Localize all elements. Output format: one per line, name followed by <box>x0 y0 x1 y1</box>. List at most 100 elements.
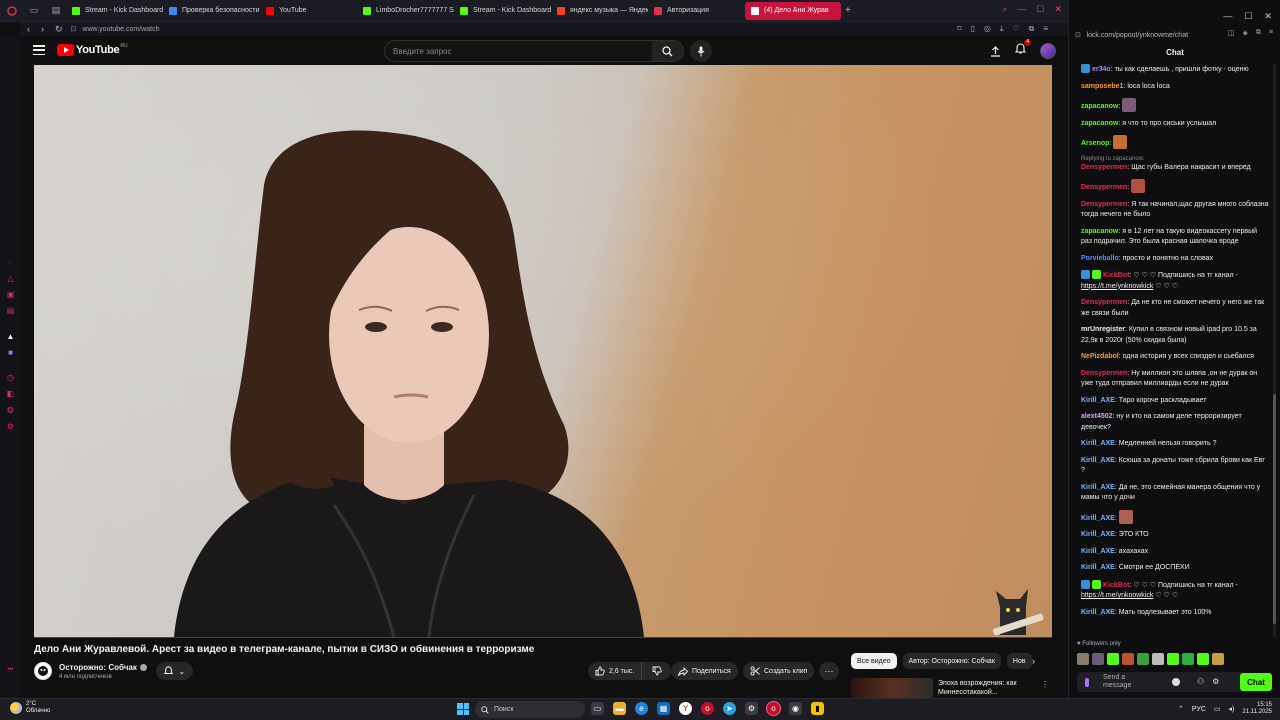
chat-message[interactable]: Kirill_AXE: Смотри ее ДОСПЕХИ <box>1081 563 1269 574</box>
sidebar-mail-icon[interactable]: ▣ <box>6 290 15 299</box>
chat-username[interactable]: alext4502 <box>1081 413 1113 420</box>
chat-username[interactable]: Densypermen <box>1081 370 1127 377</box>
emote-5[interactable] <box>1137 653 1149 665</box>
chat-scrollbar[interactable] <box>1273 64 1276 638</box>
chat-username[interactable]: Kirill_AXE <box>1081 531 1115 538</box>
telegram-icon[interactable]: ➤ <box>723 702 736 715</box>
sidebar-settings-icon[interactable]: ⚙ <box>6 422 15 431</box>
search-input[interactable] <box>393 46 613 56</box>
menu-icon[interactable]: ≡ <box>1043 24 1048 34</box>
channel-name-row[interactable]: Осторожно: Собчак <box>59 663 147 672</box>
chat-link[interactable]: https://t.me/ynknowkick <box>1081 592 1153 599</box>
chat-username[interactable]: Porvieballo <box>1081 255 1119 262</box>
chat-input-placeholder[interactable]: Send a message <box>1103 674 1153 690</box>
weather-widget[interactable]: 2°C Облачно <box>10 701 50 715</box>
chat-username[interactable]: samposebe1 <box>1081 83 1123 90</box>
browser-tab[interactable]: YouTube <box>260 2 357 20</box>
chip-from-author[interactable]: Автор: Осторожно: Собчак <box>902 653 1001 669</box>
chat-mic-icon[interactable] <box>1085 677 1089 687</box>
chat-username[interactable]: NePizdabol <box>1081 353 1119 360</box>
clock[interactable]: 15:15 21.11.2025 <box>1242 702 1272 716</box>
chat-message[interactable]: Kirill_AXE: Медленней нельзя говорить ? <box>1081 439 1269 450</box>
maximize-button[interactable]: ☐ <box>1036 4 1044 15</box>
chat-username[interactable]: Kirill_AXE <box>1081 484 1115 491</box>
chat-message[interactable]: Kirill_AXE: Ксюша за донаты тоже сбрила … <box>1081 456 1269 477</box>
chat-message[interactable]: NePizdabol: одна история у всех спиздел … <box>1081 352 1269 363</box>
youtube-logo[interactable]: YouTube RU <box>57 43 128 56</box>
chat-maximize-button[interactable]: ☐ <box>1244 11 1252 22</box>
close-button[interactable]: ✕ <box>1054 4 1062 15</box>
bookmark-icon[interactable]: ▯ <box>971 24 975 34</box>
volume-icon[interactable]: ◂) <box>1229 705 1235 713</box>
chat-link[interactable]: https://t.me/ynknowkick <box>1081 283 1153 290</box>
chat-username[interactable]: KickBot <box>1103 272 1129 279</box>
chat-username[interactable]: zapacanow <box>1081 120 1118 127</box>
sidebar-kick-icon[interactable]: ▲ <box>6 332 15 341</box>
chip-all-videos[interactable]: Все видео <box>851 653 897 669</box>
recommended-video[interactable]: Эпоха возрождения: как Миннесотакакой...… <box>851 678 1051 698</box>
tray-chevron-icon[interactable]: ⌃ <box>1178 705 1184 713</box>
chat-message[interactable]: Kirill_AXE: Мать подлезывает это 100% <box>1081 608 1269 619</box>
chat-username[interactable]: mrUnregister <box>1081 326 1125 333</box>
reload-icon[interactable]: ↻ <box>55 24 63 35</box>
emoji-icon[interactable] <box>1172 678 1180 686</box>
browser-tab[interactable]: яндекс музыка — Яндекс <box>551 2 648 20</box>
video-player[interactable] <box>34 65 1052 637</box>
back-button[interactable]: ‹ <box>27 24 30 34</box>
recommended-title[interactable]: Эпоха возрождения: как Миннесотакакой... <box>938 679 1038 697</box>
chat-camera-icon[interactable]: ◫ <box>1228 29 1235 37</box>
chat-message[interactable]: KickBot: ♡ ♡ ♡ Подпишись на тг канал - h… <box>1081 579 1269 602</box>
voice-search-button[interactable] <box>690 40 712 62</box>
store-icon[interactable]: ▦ <box>657 702 670 715</box>
chat-message[interactable]: Kirill_AXE: <box>1081 509 1269 525</box>
start-button[interactable] <box>457 703 469 715</box>
settings-icon[interactable]: ⚙ <box>745 702 758 715</box>
chat-message[interactable]: alext4502: ну и кто на самом деле террор… <box>1081 412 1269 433</box>
emote-9[interactable] <box>1197 653 1209 665</box>
chat-message-list[interactable]: er34o: ты как сделаешь , пришли фотку - … <box>1081 64 1269 638</box>
chat-settings-icon[interactable]: ⚙ <box>1212 677 1219 686</box>
vpn-icon[interactable]: ◎ <box>984 24 991 34</box>
emote-10[interactable] <box>1212 653 1224 665</box>
chat-message[interactable]: Densypermen: Ну миллион это шляпа ,он не… <box>1081 369 1269 390</box>
chat-shield-icon[interactable]: ◈ <box>1243 29 1248 37</box>
chat-people-icon[interactable]: ⚇ <box>1197 677 1204 686</box>
channel-name[interactable]: Осторожно: Собчак <box>59 663 137 672</box>
sidebar-messenger-icon[interactable]: ◌ <box>6 258 15 267</box>
subscription-bell-button[interactable]: ⌄ <box>156 662 193 680</box>
sidebar-messages-icon[interactable]: ▤ <box>6 306 15 315</box>
app-icon[interactable]: ▮ <box>811 702 824 715</box>
chat-message[interactable]: Densypermen: Щас губы Валера накрасит и … <box>1081 163 1269 174</box>
chat-username[interactable]: zapacanow <box>1081 228 1118 235</box>
chat-scrollbar-thumb[interactable] <box>1273 394 1276 624</box>
heart-icon[interactable]: ♡ <box>1012 24 1019 34</box>
steam-icon[interactable]: ◉ <box>789 702 802 715</box>
chat-message[interactable]: zapacanow: <box>1081 98 1269 113</box>
yandex-icon[interactable]: Y <box>679 702 692 715</box>
emote-8[interactable] <box>1182 653 1194 665</box>
download-icon[interactable]: ⤓ <box>1000 24 1004 34</box>
pin-icon[interactable]: ⌑ <box>957 24 961 34</box>
sidebar-aria-icon[interactable]: △ <box>6 274 15 283</box>
chip-new[interactable]: Нов <box>1006 653 1032 669</box>
browser-tab[interactable]: Авторизация <box>648 2 745 20</box>
chat-message[interactable]: Densypermen: <box>1081 179 1269 194</box>
sidebar-twitch-icon[interactable]: ■ <box>6 348 15 357</box>
chat-menu-icon[interactable]: ≡ <box>1269 29 1273 37</box>
browser-tab[interactable]: Stream - Kick Dashboard <box>66 2 163 20</box>
sidebar-chat-icon[interactable]: ◍ <box>6 405 15 414</box>
sidebar-more-icon[interactable]: ••• <box>6 665 15 674</box>
chat-message[interactable]: zapacanow: я в 12 лет на такую видеокасс… <box>1081 227 1269 248</box>
taskbar-search[interactable]: Поиск <box>475 701 585 718</box>
notifications-button[interactable]: 4 <box>1014 39 1031 60</box>
chevron-right-icon[interactable]: › <box>1032 656 1035 666</box>
opera-icon[interactable]: o <box>767 702 780 715</box>
file-explorer-icon[interactable]: ▬ <box>613 702 626 715</box>
chat-message[interactable]: Porvieballo: просто и понятно на словах <box>1081 254 1269 265</box>
dislike-button[interactable] <box>646 662 668 680</box>
chat-username[interactable]: Kirill_AXE <box>1081 457 1115 464</box>
chat-message[interactable]: Arsenop: <box>1081 135 1269 150</box>
tab-bar-icon[interactable]: ▭ <box>28 5 40 17</box>
more-actions-button[interactable]: ⋯ <box>819 662 839 680</box>
channel-avatar[interactable] <box>34 662 52 680</box>
